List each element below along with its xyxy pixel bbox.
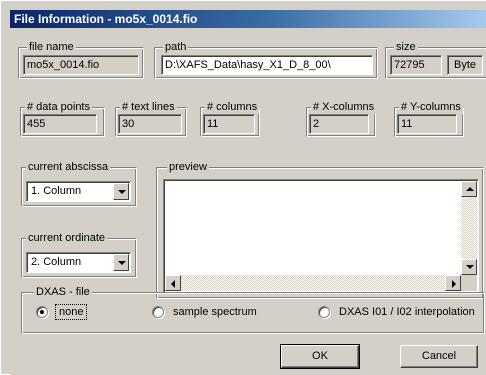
dxas-file-group: DXAS - file none sample spectrum DXAS I0… xyxy=(21,285,485,334)
x-columns-label: # X-columns xyxy=(311,100,377,114)
window-title: File Information - mo5x_0014.fio xyxy=(10,10,486,28)
radio-none-circle[interactable] xyxy=(36,306,48,318)
y-columns-group: # Y-columns 11 xyxy=(394,100,464,137)
radio-sample-spectrum-circle[interactable] xyxy=(152,306,164,318)
scroll-up-arrow-icon[interactable] xyxy=(461,181,477,197)
ok-button[interactable]: OK xyxy=(280,344,360,369)
preview-textarea[interactable] xyxy=(163,179,479,293)
radio-dxas-interpolation-label[interactable]: DXAS I01 / I02 interpolation xyxy=(339,306,475,318)
dialog-window: File Information - mo5x_0014.fio file na… xyxy=(0,0,486,375)
scrollbar-corner xyxy=(461,275,477,291)
abscissa-value: 1. Column xyxy=(31,185,82,197)
radio-selected-dot xyxy=(40,310,44,314)
text-lines-field: 30 xyxy=(118,114,182,134)
ordinate-value: 2. Column xyxy=(31,256,82,268)
radio-sample-spectrum-label[interactable]: sample spectrum xyxy=(173,306,257,318)
scroll-left-arrow-icon[interactable] xyxy=(165,275,181,291)
size-group: size 72795 Byte xyxy=(385,40,486,79)
x-columns-group: # X-columns 2 xyxy=(306,100,377,137)
data-points-label: # data points xyxy=(25,100,92,114)
dropdown-arrow-icon[interactable] xyxy=(113,183,129,200)
dialog-body: file name mo5x_0014.fio path D:\XAFS_Dat… xyxy=(10,28,486,375)
ordinate-group: current ordinate 2. Column xyxy=(21,231,137,278)
radio-dxas-interpolation-circle[interactable] xyxy=(318,306,330,318)
radio-sample-spectrum[interactable]: sample spectrum xyxy=(152,306,257,318)
cancel-button[interactable]: Cancel xyxy=(400,345,478,368)
y-columns-field: 11 xyxy=(397,114,457,134)
radio-none[interactable]: none xyxy=(36,304,88,320)
path-label: path xyxy=(163,40,189,54)
vertical-scrollbar[interactable] xyxy=(461,181,477,275)
file-name-label: file name xyxy=(27,40,76,54)
size-label: size xyxy=(394,40,418,54)
columns-group: # columns 11 xyxy=(200,100,260,137)
abscissa-select[interactable]: 1. Column xyxy=(26,181,131,202)
columns-field: 11 xyxy=(203,114,255,134)
y-columns-label: # Y-columns xyxy=(399,100,463,114)
scroll-right-arrow-icon[interactable] xyxy=(445,275,461,291)
path-field[interactable]: D:\XAFS_Data\hasy_X1_D_8_00\ xyxy=(161,55,373,75)
radio-dxas-interpolation[interactable]: DXAS I01 / I02 interpolation xyxy=(318,306,475,318)
size-unit: Byte xyxy=(447,55,483,75)
x-columns-field: 2 xyxy=(309,114,369,134)
scroll-down-arrow-icon[interactable] xyxy=(461,259,477,275)
text-lines-group: # text lines 30 xyxy=(115,100,187,137)
dropdown-arrow-icon[interactable] xyxy=(113,254,129,271)
abscissa-label: current abscissa xyxy=(26,160,111,174)
preview-group: preview xyxy=(156,160,484,299)
file-name-field: mo5x_0014.fio xyxy=(23,55,139,75)
file-name-group: file name mo5x_0014.fio xyxy=(18,40,144,79)
ordinate-label: current ordinate xyxy=(26,231,108,245)
ordinate-select[interactable]: 2. Column xyxy=(26,252,131,273)
dxas-file-label: DXAS - file xyxy=(34,285,92,299)
path-group: path D:\XAFS_Data\hasy_X1_D_8_00\ xyxy=(154,40,378,79)
size-field: 72795 xyxy=(390,55,442,75)
preview-label: preview xyxy=(167,160,209,174)
radio-none-label[interactable]: none xyxy=(54,304,88,320)
horizontal-scrollbar[interactable] xyxy=(165,275,461,291)
data-points-field: 455 xyxy=(23,114,97,134)
abscissa-group: current abscissa 1. Column xyxy=(21,160,137,207)
data-points-group: # data points 455 xyxy=(20,100,105,137)
text-lines-label: # text lines xyxy=(120,100,177,114)
columns-label: # columns xyxy=(205,100,260,114)
